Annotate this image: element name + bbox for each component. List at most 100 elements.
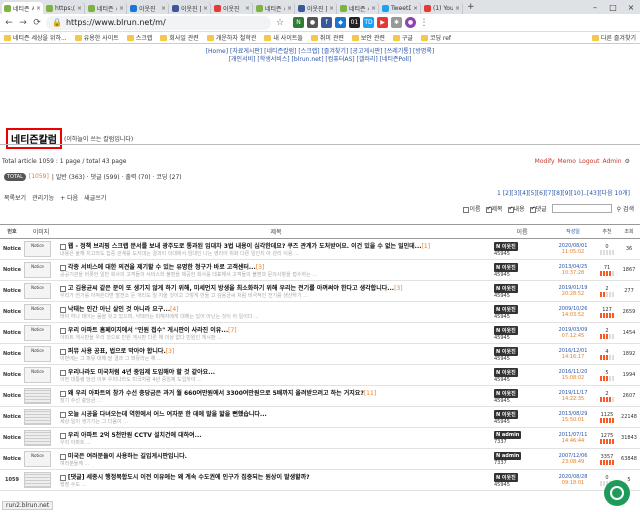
browser-tab[interactable]: https://ww× [44,2,85,14]
thumbnail[interactable] [24,388,51,404]
author-badge[interactable]: N 이웃진 [494,472,518,482]
comment-count[interactable]: [11] [364,390,376,397]
row-checkbox[interactable] [60,411,66,418]
checkbox[interactable] [485,205,492,213]
author-badge[interactable]: N admin [494,452,522,460]
row-title-link[interactable]: 고 김용균씨 같은 분이 또 생기지 않게 하기 위해, 미세먼지 방생을 최소… [68,285,394,292]
gear-icon[interactable]: ⚙ [625,158,630,165]
close-icon[interactable]: × [455,5,460,12]
thumbnail[interactable] [24,409,51,425]
author-badge[interactable]: N 이웃진 [494,367,518,377]
thumbnail[interactable]: Notice [24,346,51,362]
bookmark-item[interactable]: 회사일 관련 [160,33,199,42]
search-option[interactable]: 댓글 [529,204,547,213]
search-button[interactable]: ⚲ 검색 [617,204,634,213]
author-badge[interactable]: N admin [494,431,522,439]
close-icon[interactable]: × [245,5,250,12]
author-badge[interactable]: N 이웃진 [494,262,518,272]
row-checkbox[interactable] [60,285,66,292]
bookmark-item[interactable]: 내 사이트들 [264,33,303,42]
thumbnail[interactable]: Notice [24,304,51,320]
extension-icon[interactable]: ◆ [335,17,346,28]
row-checkbox[interactable] [60,432,66,439]
search-option[interactable]: 내용 [507,204,525,213]
browser-tab[interactable]: 이웃진 [공× [170,2,211,14]
bookmark-item[interactable]: 유용한 사이트 [74,33,119,42]
close-icon[interactable]: × [161,5,166,12]
browser-tab[interactable]: 네티즌 세상× [2,2,43,14]
browser-tab[interactable]: 이웃진 × [128,2,169,14]
author-badge[interactable]: N 이웃진 [494,241,518,251]
row-title-link[interactable]: 오늘 시공을 다녀오는데 역한에서 어느 여자분 한 데에 발을 밟을 뻔했습니… [68,411,267,418]
close-icon[interactable]: × [371,5,376,12]
forward-icon[interactable]: → [18,18,28,28]
close-icon[interactable]: × [77,5,82,12]
row-title-link[interactable]: 우리 아파트 홈페이지에서 "민원 접수" 게시판이 사라진 이유... [68,327,228,334]
row-checkbox[interactable] [60,306,66,313]
browser-tab[interactable]: 이웃진 [공× [296,2,337,14]
browser-tab[interactable]: 이웃진 × [212,2,253,14]
reload-icon[interactable]: ⟳ [32,18,42,28]
comment-count[interactable]: [7] [228,327,237,334]
admin-link[interactable]: Admin [602,158,621,165]
row-title-link[interactable]: [댓글] 세종시 행정복합도시 이전 이유에는 왜 계속 수도권에 인구가 집중… [68,474,310,481]
search-option[interactable]: 이름 [463,204,481,213]
checkbox[interactable] [529,205,536,213]
pagination[interactable]: 1 [2][3][4][5][6][7][8][9][10]..[43][다음 … [497,188,630,197]
author-badge[interactable]: N 이웃진 [494,409,518,419]
logout-link[interactable]: Logout [579,158,600,165]
thumbnail[interactable]: Notice [24,283,51,299]
thumbnail[interactable] [24,430,51,446]
star-icon[interactable]: ☆ [275,18,285,28]
thumbnail[interactable]: Notice [24,367,51,383]
row-checkbox[interactable] [60,369,66,376]
thumbnail[interactable]: Notice [24,325,51,341]
browser-tab[interactable]: (1) YouTu× [422,2,463,14]
search-input[interactable] [551,204,612,213]
category-links[interactable]: | 일반 (363) · 댓글 (599) · 출력 (70) · 코딩 (27… [52,172,182,181]
thumbnail[interactable] [24,472,51,488]
minimize-icon[interactable]: – [586,0,604,14]
checkbox[interactable] [507,205,514,213]
close-icon[interactable]: × [119,5,124,12]
menu-icon[interactable]: ⋮ [419,18,429,28]
close-window-icon[interactable]: × [622,0,640,14]
row-checkbox[interactable] [60,243,66,250]
row-checkbox[interactable] [60,390,66,397]
author-badge[interactable]: N 이웃진 [494,304,518,314]
author-badge[interactable]: N 이웃진 [494,283,518,293]
next-link[interactable]: + 다음 [60,193,78,202]
close-icon[interactable]: × [287,5,292,12]
close-icon[interactable]: × [36,5,41,12]
row-checkbox[interactable] [60,264,66,271]
maximize-icon[interactable]: □ [604,0,622,14]
chat-icon[interactable] [604,480,630,506]
list-view-link[interactable]: 목록보기 [4,193,26,202]
row-checkbox[interactable] [60,453,66,460]
row-title-link[interactable]: 각종 서비스에 대한 의견을 제기할 수 있는 유명한 청구가 바로 고객센터.… [68,264,256,271]
row-checkbox[interactable] [60,348,66,355]
bookmark-item[interactable]: 네티즌 세상을 위하... [4,33,67,42]
close-icon[interactable]: × [413,5,418,12]
manage-link[interactable]: 관리기능 [32,193,54,202]
extension-icon[interactable]: N [293,17,304,28]
modify-link[interactable]: Modify [535,158,555,165]
back-icon[interactable]: ← [4,18,14,28]
bookmark-item[interactable]: 스크랩 [126,33,152,42]
thumbnail[interactable]: Notice [24,262,51,278]
close-icon[interactable]: × [329,5,334,12]
thumbnail[interactable]: Notice [24,241,51,257]
extension-icon[interactable]: ● [307,17,318,28]
memo-link[interactable]: Memo [558,158,576,165]
comment-count[interactable]: [4] [170,306,179,313]
extension-icon[interactable]: 01 [349,17,360,28]
extension-icon[interactable]: TD [363,17,374,28]
write-link[interactable]: 새글쓰기 [84,193,106,202]
row-checkbox[interactable] [60,327,66,334]
avatar[interactable]: ● [405,17,416,28]
author-badge[interactable]: N 이웃진 [494,325,518,335]
row-title-link[interactable]: 퍼뮤 사용 공표, 법으로 막아야 합니다. [68,348,166,355]
new-tab-icon[interactable]: + [464,2,478,12]
row-title-link[interactable]: 웹 - 정책 브리핑 스크랩 문서를 보내 광주도로 통과된 임대차 3법 내용… [68,243,422,250]
bookmark-item[interactable]: 취미 관련 [310,33,344,42]
